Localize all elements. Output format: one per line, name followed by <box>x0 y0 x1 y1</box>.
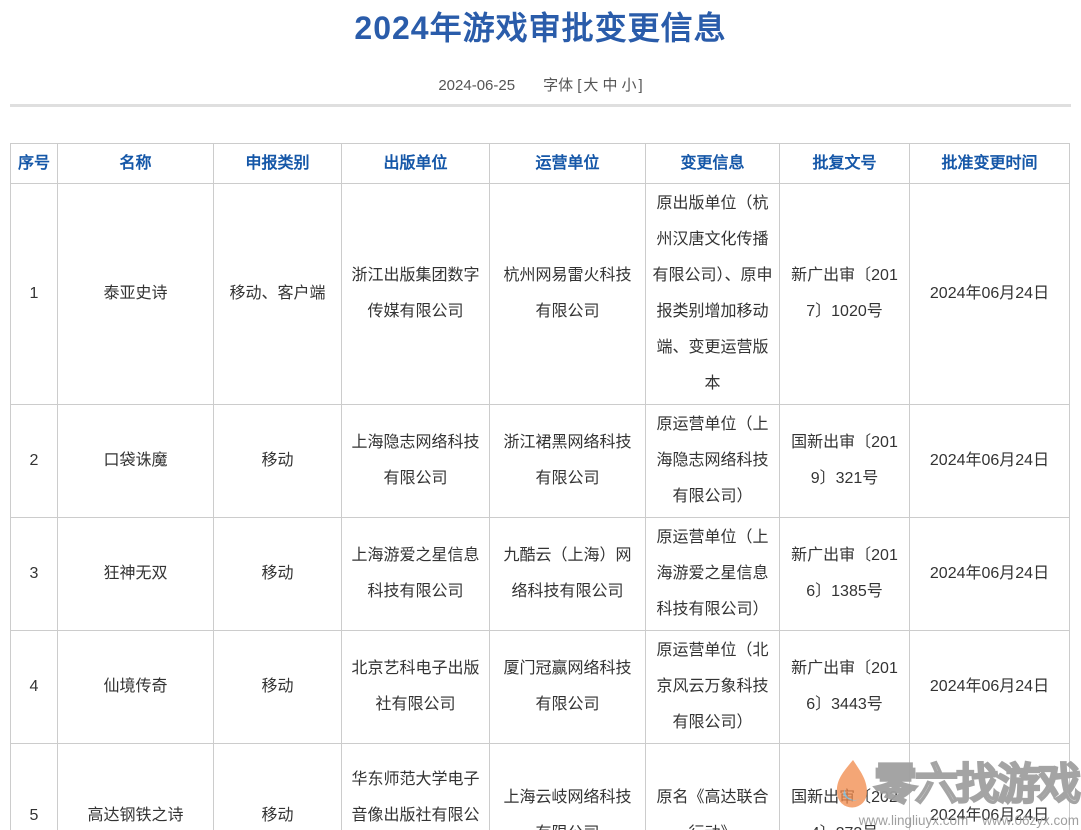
column-header: 批复文号 <box>780 144 910 184</box>
page: 2024年游戏审批变更信息 2024-06-25 字体 [大中小] 序号名称申报类… <box>0 0 1081 830</box>
table-cell: 新广出审〔2016〕1385号 <box>780 518 910 631</box>
table-cell: 新广出审〔2017〕1020号 <box>780 184 910 405</box>
font-size-label-end: ] <box>638 77 642 94</box>
font-size-medium[interactable]: 中 <box>602 77 617 94</box>
table-cell: 移动 <box>214 744 342 830</box>
table-cell: 原运营单位（北京风云万象科技有限公司） <box>646 631 780 744</box>
font-size-large[interactable]: 大 <box>583 77 598 94</box>
font-size-small[interactable]: 小 <box>621 77 636 94</box>
table-cell: 上海游爱之星信息科技有限公司 <box>342 518 490 631</box>
table-cell: 原运营单位（上海隐志网络科技有限公司） <box>646 405 780 518</box>
divider <box>10 104 1071 107</box>
table-row: 3狂神无双移动上海游爱之星信息科技有限公司九酷云（上海）网络科技有限公司原运营单… <box>11 518 1070 631</box>
meta-line: 2024-06-25 字体 [大中小] <box>0 76 1081 96</box>
table-row: 1泰亚史诗移动、客户端浙江出版集团数字传媒有限公司杭州网易雷火科技有限公司原出版… <box>11 184 1070 405</box>
column-header: 申报类别 <box>214 144 342 184</box>
table-cell: 仙境传奇 <box>58 631 214 744</box>
table-cell: 北京艺科电子出版社有限公司 <box>342 631 490 744</box>
table-cell: 2024年06月24日 <box>910 405 1070 518</box>
table-cell: 国新出审〔2024〕273号 <box>780 744 910 830</box>
table-cell: 高达钢铁之诗 <box>58 744 214 830</box>
column-header: 运营单位 <box>490 144 646 184</box>
page-title: 2024年游戏审批变更信息 <box>0 8 1081 48</box>
approval-table: 序号名称申报类别出版单位运营单位变更信息批复文号批准变更时间 1泰亚史诗移动、客… <box>10 143 1070 830</box>
table-cell: 原名《高达联合行动》 <box>646 744 780 830</box>
table-cell: 原运营单位（上海游爱之星信息科技有限公司） <box>646 518 780 631</box>
table-cell: 浙江裙黑网络科技有限公司 <box>490 405 646 518</box>
table-cell: 2024年06月24日 <box>910 631 1070 744</box>
table-cell: 3 <box>11 518 58 631</box>
table-body: 1泰亚史诗移动、客户端浙江出版集团数字传媒有限公司杭州网易雷火科技有限公司原出版… <box>11 184 1070 830</box>
column-header: 变更信息 <box>646 144 780 184</box>
column-header: 出版单位 <box>342 144 490 184</box>
table-cell: 浙江出版集团数字传媒有限公司 <box>342 184 490 405</box>
publish-date: 2024-06-25 <box>438 77 515 94</box>
table-cell: 2 <box>11 405 58 518</box>
table-cell: 厦门冠赢网络科技有限公司 <box>490 631 646 744</box>
table-cell: 移动、客户端 <box>214 184 342 405</box>
table-cell: 新广出审〔2016〕3443号 <box>780 631 910 744</box>
table-cell: 泰亚史诗 <box>58 184 214 405</box>
table-row: 4仙境传奇移动北京艺科电子出版社有限公司厦门冠赢网络科技有限公司原运营单位（北京… <box>11 631 1070 744</box>
table-cell: 上海云岐网络科技有限公司 <box>490 744 646 830</box>
table-cell: 上海隐志网络科技有限公司 <box>342 405 490 518</box>
table-cell: 移动 <box>214 631 342 744</box>
table-cell: 口袋诛魔 <box>58 405 214 518</box>
table-cell: 1 <box>11 184 58 405</box>
table-row: 5高达钢铁之诗移动华东师范大学电子音像出版社有限公司上海云岐网络科技有限公司原名… <box>11 744 1070 830</box>
table-row: 2口袋诛魔移动上海隐志网络科技有限公司浙江裙黑网络科技有限公司原运营单位（上海隐… <box>11 405 1070 518</box>
table-cell: 5 <box>11 744 58 830</box>
column-header: 序号 <box>11 144 58 184</box>
table-cell: 狂神无双 <box>58 518 214 631</box>
column-header: 批准变更时间 <box>910 144 1070 184</box>
font-size-label: 字体 [ <box>543 77 581 94</box>
table-cell: 原出版单位（杭州汉唐文化传播有限公司）、原申报类别增加移动端、变更运营版本 <box>646 184 780 405</box>
table-cell: 4 <box>11 631 58 744</box>
table-cell: 移动 <box>214 405 342 518</box>
table-cell: 国新出审〔2019〕321号 <box>780 405 910 518</box>
font-size-selector: 字体 [大中小] <box>543 77 643 94</box>
table-cell: 移动 <box>214 518 342 631</box>
table-cell: 2024年06月24日 <box>910 518 1070 631</box>
table-cell: 2024年06月24日 <box>910 744 1070 830</box>
table-cell: 九酷云（上海）网络科技有限公司 <box>490 518 646 631</box>
table-cell: 杭州网易雷火科技有限公司 <box>490 184 646 405</box>
table-cell: 华东师范大学电子音像出版社有限公司 <box>342 744 490 830</box>
table-cell: 2024年06月24日 <box>910 184 1070 405</box>
table-header-row: 序号名称申报类别出版单位运营单位变更信息批复文号批准变更时间 <box>11 144 1070 184</box>
column-header: 名称 <box>58 144 214 184</box>
